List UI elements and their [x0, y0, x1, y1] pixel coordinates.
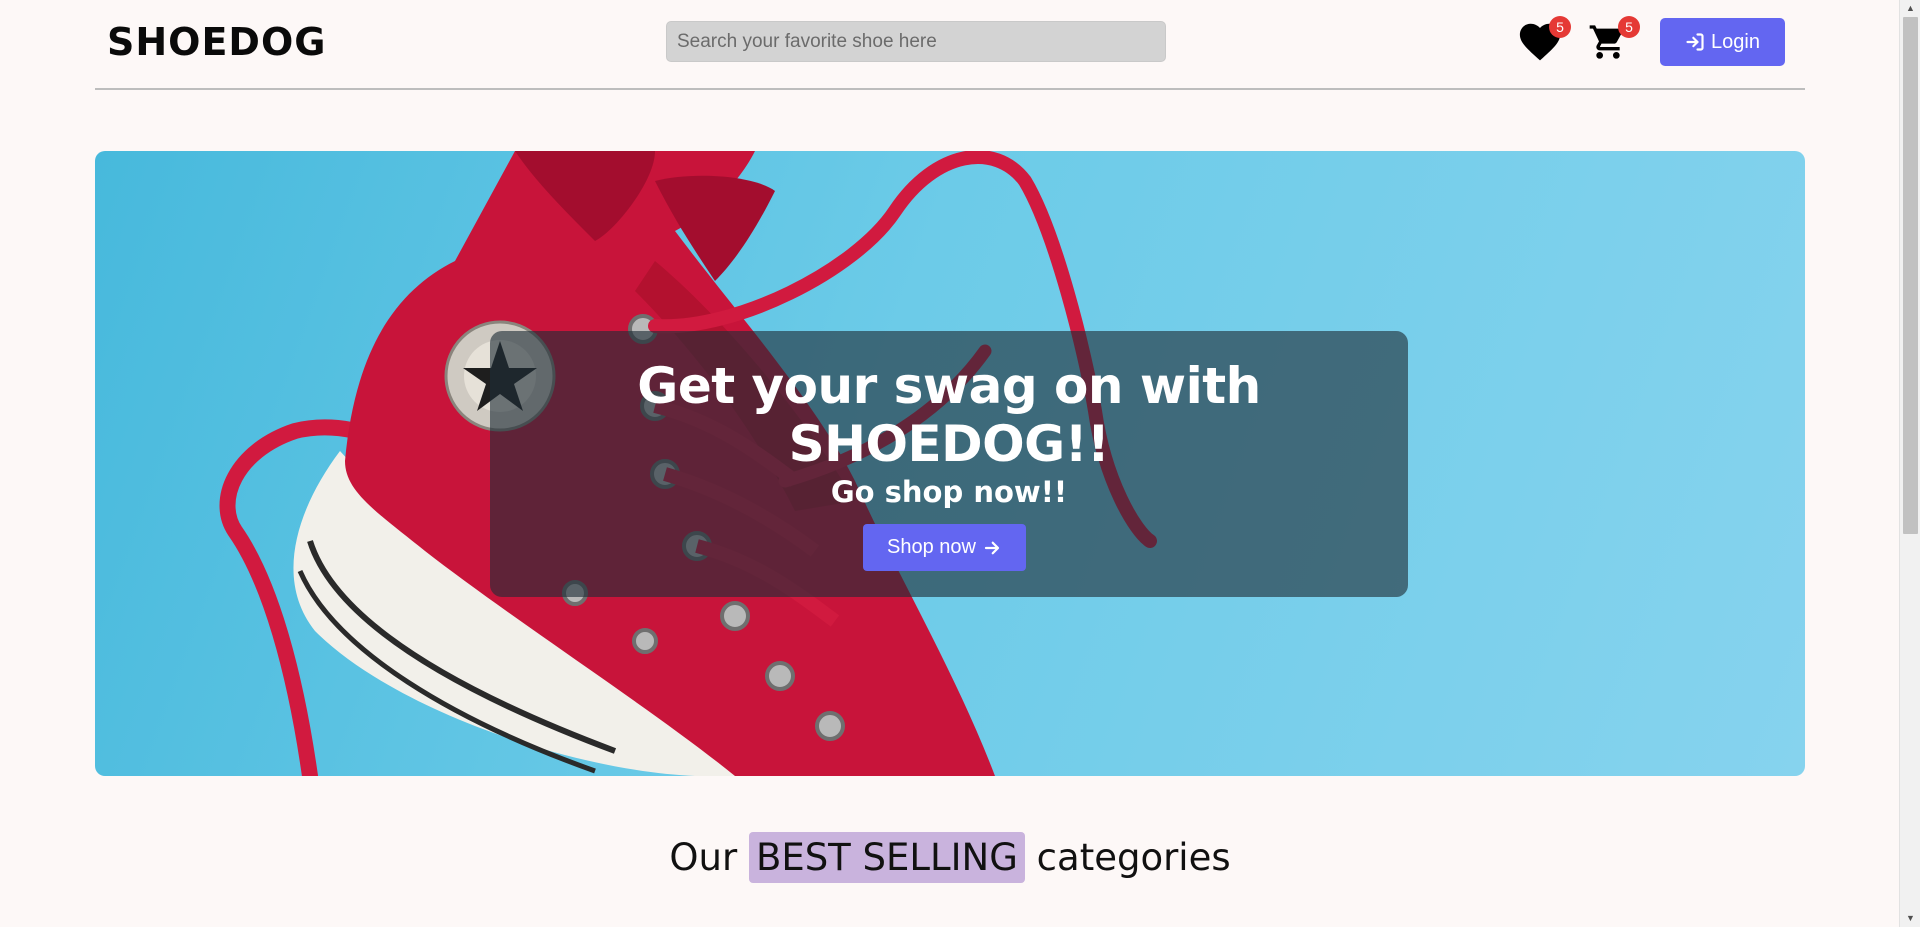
search-input[interactable]	[666, 21, 1166, 62]
login-label: Login	[1711, 30, 1760, 53]
cart-button[interactable]: 5	[1588, 16, 1640, 66]
heading-prefix: Our	[669, 836, 738, 879]
hero-overlay: Get your swag on with SHOEDOG!! Go shop …	[490, 331, 1408, 597]
login-icon	[1686, 33, 1704, 51]
hero-banner: Get your swag on with SHOEDOG!! Go shop …	[95, 151, 1805, 776]
shop-now-label: Shop now	[887, 536, 976, 558]
cart-count-badge: 5	[1618, 16, 1640, 38]
scroll-thumb[interactable]	[1903, 17, 1918, 534]
site-header: SHOEDOG 5 5 Login	[95, 0, 1805, 90]
site-logo[interactable]: SHOEDOG	[107, 20, 326, 64]
scroll-down-arrow-icon[interactable]: ▼	[1900, 910, 1920, 927]
hero-subtitle: Go shop now!!	[830, 475, 1068, 509]
heading-suffix: categories	[1036, 836, 1231, 879]
login-button[interactable]: Login	[1660, 18, 1785, 66]
hero-title: Get your swag on with SHOEDOG!!	[637, 357, 1261, 473]
shop-now-button[interactable]: Shop now	[863, 524, 1026, 571]
wishlist-button[interactable]: 5	[1519, 16, 1571, 66]
arrow-right-icon	[984, 541, 1000, 554]
scroll-up-arrow-icon[interactable]: ▲	[1900, 0, 1920, 17]
heading-highlight: BEST SELLING	[748, 832, 1025, 883]
best-selling-categories-heading: Our BEST SELLING categories	[0, 832, 1900, 883]
wishlist-count-badge: 5	[1549, 16, 1571, 38]
page: SHOEDOG 5 5 Login	[0, 0, 1920, 927]
page-scrollbar[interactable]: ▲ ▼	[1899, 0, 1920, 927]
